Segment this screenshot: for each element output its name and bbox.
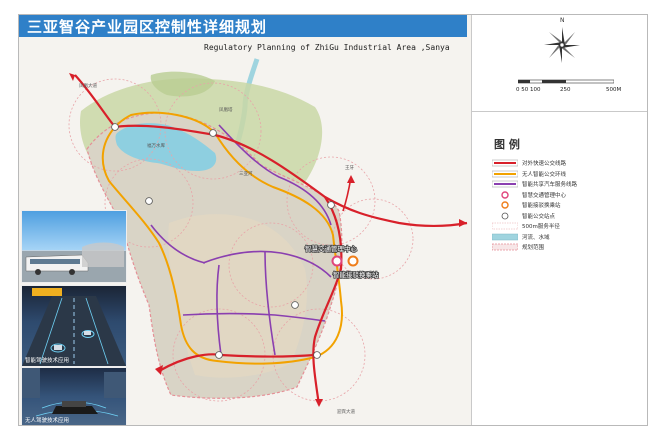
bus-stop [313,351,321,359]
legend-label: 智能共享汽车服务线路 [522,182,578,188]
scale-label: 250 [560,87,571,93]
smart-road-caption: 智能驾驶技术应用 [25,358,70,364]
legend-label: 智慧交通管理中心 [522,192,567,199]
bus-stop [291,301,299,309]
bus-stop [215,351,223,359]
traffic-center-label: 智慧交通管理中心 [305,244,358,253]
legend-item: 智慧交通管理中心 [492,190,642,201]
traffic-center-marker[interactable] [331,255,343,267]
north-label: N [560,17,565,24]
red-line-icon [492,159,518,167]
legend-item: 智能接驳换乘站 [492,200,642,211]
north-area-label: 凤凰塔 [219,106,233,113]
water-icon [492,233,518,240]
compass-box: N 0 50 100 250 500M [472,15,647,112]
legend-item: 智能公交站点 [492,211,642,222]
smart-bus-photo [21,210,127,283]
scale-bar [518,79,614,84]
page-subtitle: Regulatory Planning of ZhiGu Industrial … [204,43,450,52]
legend-label: 500m服务半径 [522,224,560,230]
bus-stop [145,197,153,205]
legend-item: 无人智能公交环线 [492,169,642,180]
north-arrow-icon [544,27,580,63]
legend-list: 对外快速公交线路 无人智能公交环线 智能共享汽车服务线路 智慧交通管理中心 智能… [492,158,642,253]
pink-circle-icon [501,190,509,199]
west-road-label: 凤凰大道 [79,82,97,89]
white-circle-icon [501,212,509,219]
legend-label: 河流、水域 [522,234,550,241]
bus-stop [111,123,119,131]
legend-label: 规划范围 [522,245,545,251]
page-title: 三亚智谷产业园区控制性详细规划 [27,18,268,36]
legend-item: 对外快速公交线路 [492,158,642,169]
river-label: 三亚河 [239,170,253,177]
legend-item: 500m服务半径 [492,221,642,232]
legend-item: 规划范围 [492,242,642,253]
legend-panel: N 0 50 100 250 500M 图 例 对外快速公交线路 无人智能公交环… [471,15,647,425]
legend-label: 智能公交站点 [522,213,556,220]
legend-item: 河流、水域 [492,232,642,243]
scale-label: 500M [606,87,622,93]
south-road-label: 迎宾大道 [337,408,355,415]
title-bar: 三亚智谷产业园区控制性详细规划 [19,15,467,37]
bus-stop [327,201,335,209]
map-sheet: 福万水库 智慧交通管理中心 智能接驳换乘站 凤凰大道 凤凰塔 王牙 三亚河 迎宾… [18,14,648,426]
dashed-circle-icon [492,222,518,230]
legend-label: 无人智能公交环线 [522,171,567,178]
autonomous-car-photo: 无人驾驶技术应用 [21,367,127,425]
smart-road-illustration [22,288,126,366]
east-area-label: 王牙 [345,165,354,171]
legend-label: 对外快速公交线路 [522,161,567,167]
scale-label: 0 50 100 [516,87,541,93]
legend-item: 智能共享汽车服务线路 [492,179,642,190]
bus-stop [209,129,217,137]
smart-road-photo: 智能驾驶技术应用 [21,285,127,367]
orange-circle-icon [501,201,509,209]
autonomous-car-caption: 无人驾驶技术应用 [25,418,70,424]
purple-line-icon [492,180,518,188]
transfer-station-marker[interactable] [347,255,359,267]
boundary-icon [492,243,518,251]
legend-label: 智能接驳换乘站 [522,203,561,209]
transfer-station-label: 智能接驳换乘站 [333,270,379,279]
yellow-line-icon [492,170,518,177]
legend-title: 图 例 [494,138,520,151]
smart-bus-illustration [22,242,126,282]
